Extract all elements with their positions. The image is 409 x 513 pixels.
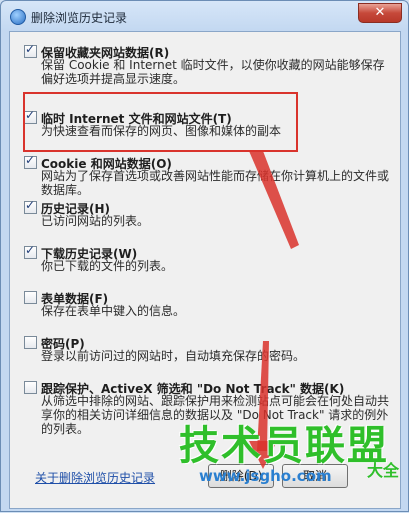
watermark: 技术员联盟 大全 www.jsgho.com: [179, 413, 409, 513]
watermark-brand: 技术员联盟: [179, 423, 389, 469]
watermark-side-text: 大全: [367, 461, 400, 480]
dialog-window: 删除浏览历史记录 ✕ ✓ 保留收藏夹网站数据(R) 保留 Cookie 和 In…: [0, 0, 409, 512]
watermark-url: www.jsgho.com: [199, 467, 332, 485]
annotation-arrow-diagonal: [249, 151, 299, 249]
